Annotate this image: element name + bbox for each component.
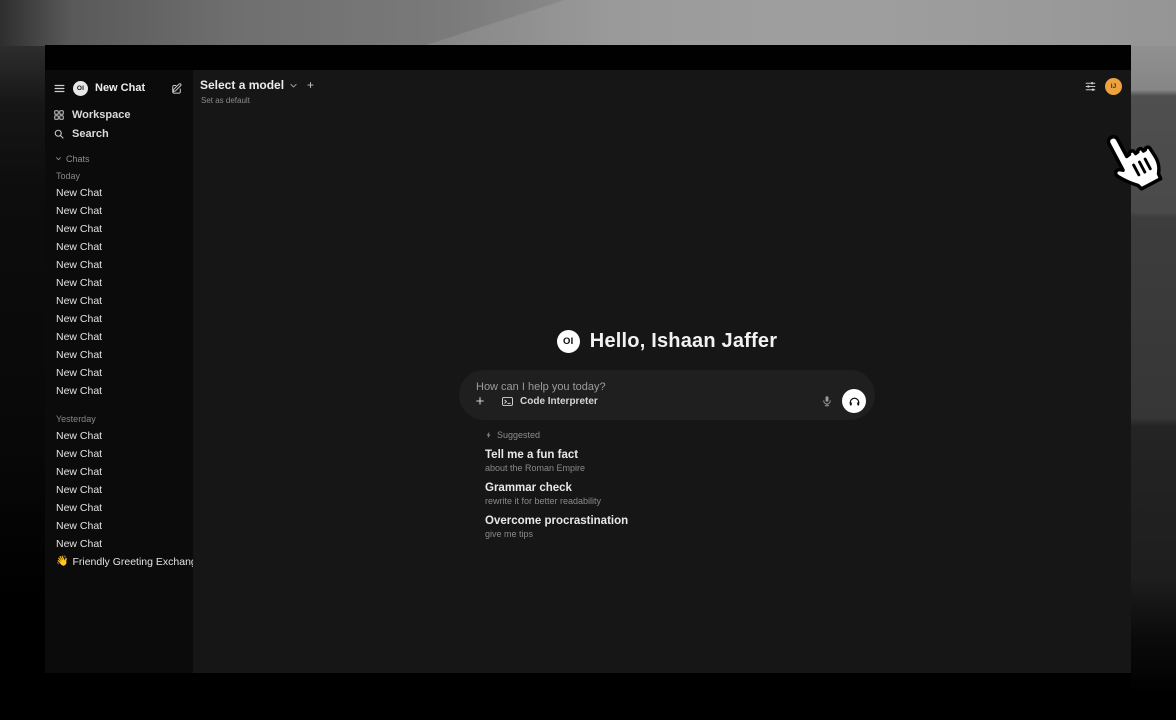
sidebar-item-search[interactable]: Search — [45, 124, 193, 143]
center-column: OI Hello, Ishaan Jaffer + — [459, 328, 875, 540]
window-top-bar — [45, 45, 1131, 70]
chevron-down-icon — [289, 81, 298, 90]
chat-list-item[interactable]: New Chat — [45, 220, 193, 238]
chat-list-item[interactable]: New Chat — [45, 463, 193, 481]
app-window: OI New Chat — [45, 45, 1131, 673]
greeting-text: Hello, Ishaan Jaffer — [590, 330, 777, 353]
app-logo: OI — [557, 330, 580, 353]
chat-list-item[interactable]: New Chat — [45, 328, 193, 346]
new-chat-pencil-icon[interactable] — [170, 82, 183, 95]
chevron-down-icon — [55, 155, 62, 162]
suggested-section: Suggested Tell me a fun fact about the R… — [459, 429, 875, 540]
attach-plus-button[interactable]: + — [472, 394, 488, 409]
suggestion-procrastination[interactable]: Overcome procrastination give me tips — [485, 515, 875, 540]
chat-list-item[interactable]: New Chat — [45, 445, 193, 463]
suggestion-subtitle: give me tips — [485, 529, 875, 540]
chat-groups: TodayNew ChatNew ChatNew ChatNew ChatNew… — [45, 169, 193, 553]
sidebar: OI New Chat — [45, 70, 193, 673]
workspace-label: Workspace — [72, 109, 131, 121]
code-interpreter-terminal-icon — [501, 395, 514, 408]
greeting: OI Hello, Ishaan Jaffer — [459, 328, 875, 354]
app-logo: OI — [73, 81, 88, 96]
sidebar-item-workspace[interactable]: Workspace — [45, 105, 193, 124]
headphones-icon — [848, 395, 861, 408]
wave-emoji: 👋 — [56, 553, 68, 571]
suggestion-title: Tell me a fun fact — [485, 449, 875, 462]
input-toolbar: + Code Interpreter — [472, 388, 866, 414]
chat-group: YesterdayNew ChatNew ChatNew ChatNew Cha… — [45, 412, 193, 553]
microphone-icon[interactable] — [821, 395, 833, 407]
chat-list-item[interactable]: New Chat — [45, 535, 193, 553]
workspace-grid-icon — [53, 109, 65, 121]
user-avatar[interactable]: IJ — [1105, 78, 1122, 95]
screenshot-stage: OI New Chat — [0, 0, 1176, 720]
settings-sliders-icon[interactable] — [1084, 80, 1097, 93]
chat-list-item[interactable]: New Chat — [45, 202, 193, 220]
background-left-strip — [0, 46, 45, 720]
code-interpreter-label: Code Interpreter — [520, 396, 598, 407]
chat-list-item-friendly-greeting[interactable]: 👋 Friendly Greeting Exchange — [45, 553, 193, 571]
bolt-icon — [485, 431, 493, 439]
suggestion-grammar-check[interactable]: Grammar check rewrite it for better read… — [485, 482, 875, 507]
chat-title: Friendly Greeting Exchange — [72, 553, 193, 571]
chat-group-label: Yesterday — [45, 412, 193, 427]
sidebar-header: OI New Chat — [45, 76, 193, 100]
search-label: Search — [72, 128, 109, 140]
chat-list-item[interactable]: New Chat — [45, 499, 193, 517]
model-selector-label: Select a model — [200, 78, 284, 92]
code-interpreter-toggle[interactable]: Code Interpreter — [501, 395, 598, 408]
chats-section-label: Chats — [66, 154, 90, 164]
sidebar-title: New Chat — [95, 82, 145, 94]
chat-list: TodayNew ChatNew ChatNew ChatNew ChatNew… — [45, 165, 193, 571]
search-icon — [53, 128, 65, 140]
chat-list-item[interactable]: New Chat — [45, 274, 193, 292]
suggestion-title: Overcome procrastination — [485, 515, 875, 528]
chat-list-item[interactable]: New Chat — [45, 310, 193, 328]
app-body: OI New Chat — [45, 70, 1131, 673]
main-area: Select a model + Set as default — [193, 70, 1131, 673]
set-as-default-link[interactable]: Set as default — [201, 96, 250, 105]
suggestion-subtitle: rewrite it for better readability — [485, 496, 875, 507]
chats-section-toggle[interactable]: Chats — [45, 152, 193, 165]
chat-list-item[interactable]: New Chat — [45, 292, 193, 310]
suggestion-title: Grammar check — [485, 482, 875, 495]
sidebar-nav: Workspace Search — [45, 105, 193, 143]
suggestion-subtitle: about the Roman Empire — [485, 463, 875, 474]
add-model-button[interactable]: + — [307, 78, 314, 92]
suggested-label: Suggested — [497, 430, 540, 440]
chat-list-item[interactable]: New Chat — [45, 427, 193, 445]
chat-list-item[interactable]: New Chat — [45, 346, 193, 364]
message-input-box[interactable]: + Code Interpreter — [459, 370, 875, 420]
suggested-header: Suggested — [485, 429, 875, 441]
chat-list-item[interactable]: New Chat — [45, 256, 193, 274]
chat-list-item[interactable]: New Chat — [45, 382, 193, 400]
chat-list-item[interactable]: New Chat — [45, 184, 193, 202]
chat-list-item[interactable]: New Chat — [45, 364, 193, 382]
voice-call-button[interactable] — [842, 389, 866, 413]
topbar-right: IJ — [1084, 78, 1122, 95]
chat-group-label: Today — [45, 169, 193, 184]
chat-list-item[interactable]: New Chat — [45, 238, 193, 256]
background-right-strip — [1131, 46, 1176, 720]
chat-list-item[interactable]: New Chat — [45, 517, 193, 535]
model-selector[interactable]: Select a model + — [200, 78, 314, 92]
chat-list-item[interactable]: New Chat — [45, 481, 193, 499]
suggestion-fun-fact[interactable]: Tell me a fun fact about the Roman Empir… — [485, 449, 875, 474]
hamburger-menu-icon[interactable] — [53, 82, 66, 95]
chat-group: TodayNew ChatNew ChatNew ChatNew ChatNew… — [45, 169, 193, 400]
